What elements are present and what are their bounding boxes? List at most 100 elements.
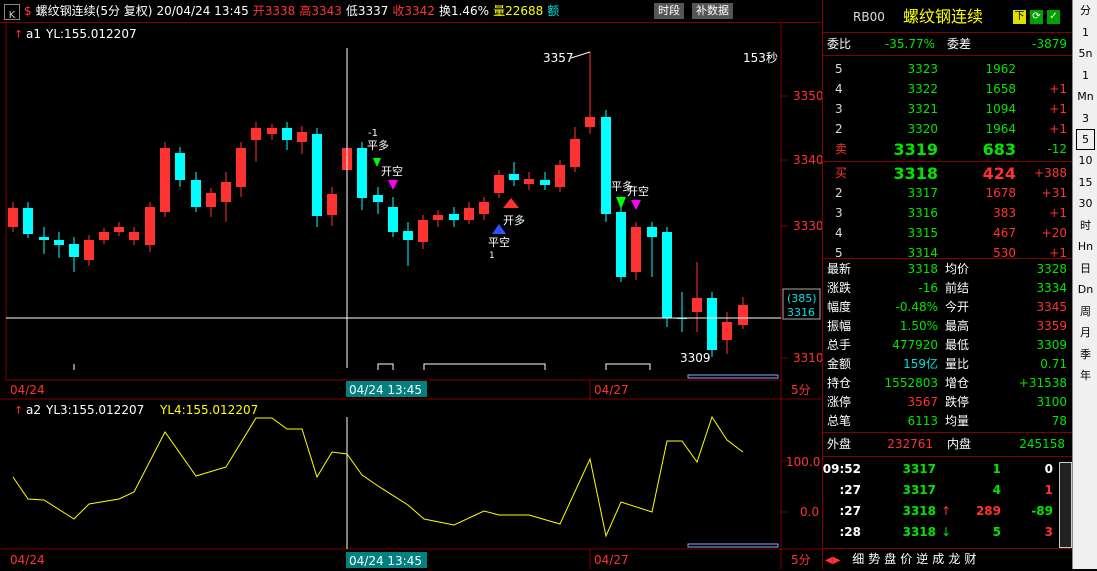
tick-scrollbar[interactable]: [1059, 462, 1072, 548]
stat-label: 均量: [945, 414, 970, 428]
candle-body: [312, 134, 322, 216]
panel-tab[interactable]: 盘: [884, 549, 896, 569]
period-button[interactable]: 分: [1073, 0, 1097, 22]
period-button[interactable]: 1: [1073, 22, 1097, 44]
stat-label: 今开: [945, 300, 970, 314]
bid-row[interactable]: 买 3318 424 +388: [823, 164, 1073, 183]
candle-body: [616, 212, 626, 277]
period-button[interactable]: Mn: [1073, 86, 1097, 108]
period-button[interactable]: 15: [1073, 172, 1097, 194]
level-change: -12: [1047, 142, 1067, 156]
tab-prev-icon[interactable]: ◀▶: [825, 551, 840, 571]
candle-body: [54, 240, 64, 245]
info-icon[interactable]: ✓: [1047, 10, 1060, 24]
candle-body: [570, 139, 580, 167]
period-button[interactable]: 1: [1073, 65, 1097, 87]
countdown-label: 153秒: [743, 51, 778, 65]
ask-row[interactable]: 5 3323 1962: [823, 60, 1073, 79]
time-segment-button[interactable]: 时段: [654, 3, 684, 19]
bar-high: 高3343: [299, 4, 342, 18]
candle-body: [236, 148, 246, 187]
level-change: +31: [1041, 186, 1067, 200]
download-icon[interactable]: 下: [1013, 10, 1026, 24]
panel-tab[interactable]: 财: [964, 549, 976, 569]
ask-row[interactable]: 3 3321 1094 +1: [823, 100, 1073, 119]
refresh-icon[interactable]: ⟳: [1030, 10, 1043, 24]
level-change: +1: [1049, 206, 1067, 220]
period-button[interactable]: 时: [1073, 215, 1097, 237]
ask-row[interactable]: 卖 3319 683 -12: [823, 140, 1073, 159]
tick-row: :27 3317 4 1: [823, 481, 1073, 500]
bid-row[interactable]: 2 3317 1678 +31: [823, 184, 1073, 203]
tick-price: 3317: [902, 483, 936, 497]
level-volume: 424: [982, 164, 1016, 183]
stat-value: -0.48%: [895, 300, 938, 314]
ask-row[interactable]: 4 3322 1658 +1: [823, 80, 1073, 99]
candle-body: [69, 244, 79, 257]
panel-tab[interactable]: 龙: [948, 549, 960, 569]
tick-price: 3318: [902, 525, 936, 539]
panel-tab[interactable]: 价: [900, 549, 912, 569]
panel-tab[interactable]: 势: [868, 549, 880, 569]
ask-row[interactable]: 2 3320 1964 +1: [823, 120, 1073, 139]
stat-label: 金额: [827, 357, 852, 371]
level-change: +1: [1049, 122, 1067, 136]
period-button[interactable]: 5: [1076, 129, 1095, 150]
panel-header: RB00 螺纹钢连续 下 ⟳ ✓: [823, 2, 1073, 32]
kline-chart[interactable]: 3350 3340 3330 3310 100.0 0.0 ↑ a1 YL:15…: [0, 22, 822, 569]
level-volume: 683: [982, 140, 1016, 159]
candle-body: [251, 128, 261, 140]
period-button[interactable]: 周: [1073, 301, 1097, 323]
candle-body: [129, 232, 139, 240]
candle-body: [99, 232, 109, 240]
sub-tick-label: 100.0: [786, 455, 820, 469]
bid-row[interactable]: 3 3316 383 +1: [823, 204, 1073, 223]
kline-toggle-button[interactable]: K: [4, 4, 20, 21]
candle-body: [647, 227, 657, 237]
bar-turnover: 换1.46%: [438, 4, 490, 18]
candle-body: [114, 227, 124, 232]
level-label: 3: [835, 102, 843, 116]
candle-body: [585, 117, 595, 127]
period-button[interactable]: 年: [1073, 365, 1097, 387]
low-marker: 3309: [680, 351, 711, 365]
level-label: 4: [835, 82, 843, 96]
period-button[interactable]: Dn: [1073, 279, 1097, 301]
period-button[interactable]: 5n: [1073, 43, 1097, 65]
candle-body: [23, 208, 33, 234]
svg-text:↑: ↑: [14, 28, 23, 41]
supplement-data-button[interactable]: 补数据: [692, 3, 733, 19]
candle-body: [540, 180, 550, 185]
sub-indicator-label: a2: [26, 403, 41, 417]
period-button[interactable]: 日: [1073, 258, 1097, 280]
candle-body: [297, 132, 307, 142]
period-button[interactable]: 季: [1073, 344, 1097, 366]
candle-body: [662, 232, 672, 318]
tick-arrow: ↓: [941, 525, 952, 539]
bid-row[interactable]: 4 3315 467 +20: [823, 224, 1073, 243]
candle-body: [449, 214, 459, 220]
stat-value: 78: [1051, 414, 1067, 428]
period-button[interactable]: Hn: [1073, 236, 1097, 258]
stat-row: 总手 477920 最低 3309: [823, 336, 1073, 355]
panel-tab[interactable]: 成: [932, 549, 944, 569]
stat-label: 振幅: [827, 319, 852, 333]
period-button[interactable]: 月: [1073, 322, 1097, 344]
x-axis-label: 04/24: [10, 383, 45, 397]
period-button[interactable]: 10: [1073, 150, 1097, 172]
candle-body: [206, 193, 216, 207]
bar-amount: 额: [547, 4, 560, 18]
candle-body: [464, 208, 474, 220]
candle-body: [160, 148, 170, 212]
stat-row: 振幅 1.50% 最高 3359: [823, 317, 1073, 336]
level-label: 卖: [835, 142, 848, 156]
level-price: 3321: [907, 102, 938, 116]
panel-tab[interactable]: 逆: [916, 549, 928, 569]
scroll-indicator[interactable]: [687, 374, 779, 379]
period-button[interactable]: 30: [1073, 193, 1097, 215]
sub-indicator-value2: YL4:155.012207: [159, 403, 258, 417]
period-button[interactable]: 3: [1073, 108, 1097, 130]
panel-tab[interactable]: 细: [852, 549, 864, 569]
tick-time: :28: [839, 525, 862, 539]
tick-time: 09:52: [822, 462, 861, 476]
